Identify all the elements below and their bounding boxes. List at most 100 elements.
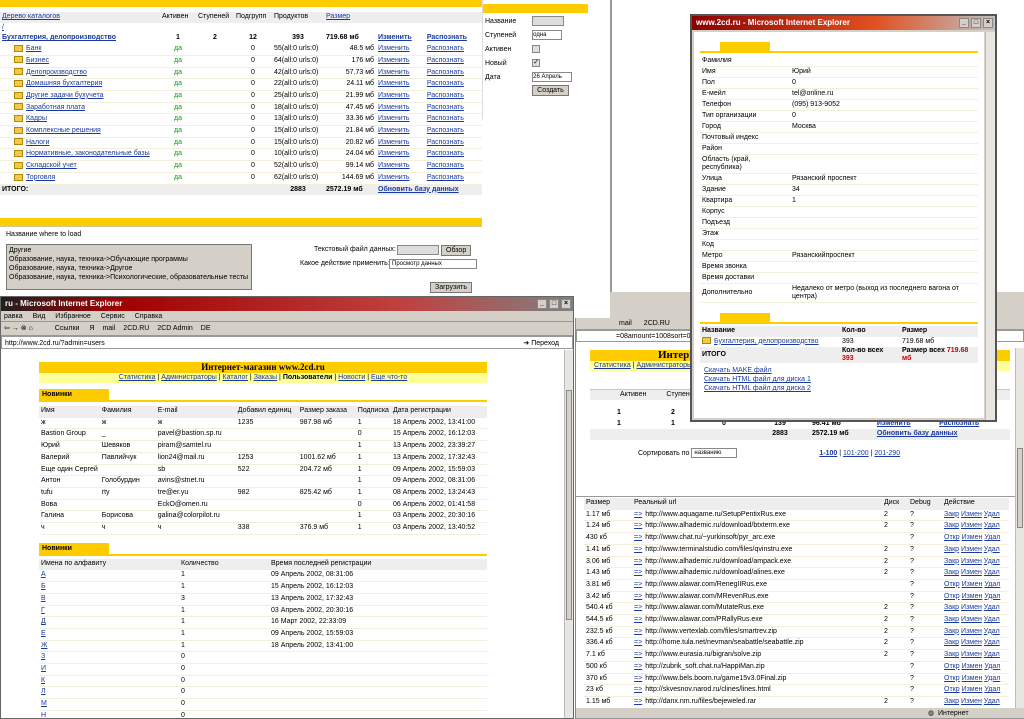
menu-item[interactable]: Справка xyxy=(135,313,162,320)
popup-maximize-button[interactable]: □ xyxy=(971,18,981,28)
link-button[interactable]: 2CD Admin xyxy=(157,325,192,332)
category-link[interactable]: Домашняя бухгалтерия xyxy=(26,80,102,87)
file-close-link[interactable]: Закр xyxy=(944,616,959,623)
menu-item[interactable]: Вид xyxy=(33,313,46,320)
file-arrow-link[interactable]: => xyxy=(634,581,642,588)
download-link[interactable]: Скачать HTML файл для диска 1 xyxy=(704,375,984,384)
alpha-letter-link[interactable]: Б xyxy=(41,583,46,590)
form-create-button[interactable]: Создать xyxy=(532,85,569,96)
edit-link[interactable]: Изменить xyxy=(378,45,410,52)
alpha-letter-link[interactable]: Г xyxy=(41,607,45,614)
top-category-link[interactable]: Бухгалтерия, делопроизводство xyxy=(2,34,116,41)
parse-link[interactable]: Распознать xyxy=(427,57,464,64)
bg-link-2cd[interactable]: 2CD.RU xyxy=(644,320,670,327)
file-delete-link[interactable]: Удал xyxy=(984,593,1000,600)
file-arrow-link[interactable]: => xyxy=(634,675,642,682)
file-close-link[interactable]: Закр xyxy=(944,604,959,611)
file-edit-link[interactable]: Измен xyxy=(961,558,982,565)
file-edit-link[interactable]: Измен xyxy=(961,511,982,518)
maximize-button[interactable]: □ xyxy=(549,299,559,309)
edit-link[interactable]: Изменить xyxy=(378,104,410,111)
edit-link[interactable]: Изменить xyxy=(378,162,410,169)
alpha-letter-link[interactable]: Е xyxy=(41,630,46,637)
page-link[interactable]: 101-200 xyxy=(843,450,869,457)
nav-link[interactable]: Администраторы xyxy=(161,374,217,381)
nav-link[interactable]: Статистика xyxy=(119,374,156,381)
file-arrow-link[interactable]: => xyxy=(634,628,642,635)
file-delete-link[interactable]: Удал xyxy=(984,628,1000,635)
bg-update-link[interactable]: Обновить базу данных xyxy=(877,430,958,437)
edit-link[interactable]: Изменить xyxy=(378,57,410,64)
bg-link-mail[interactable]: mail xyxy=(619,320,632,327)
close-button[interactable]: × xyxy=(561,299,571,309)
go-button[interactable]: ➜ Переход xyxy=(523,337,559,350)
file-close-link[interactable]: Закр xyxy=(944,558,959,565)
parse-link[interactable]: Распознать xyxy=(427,127,464,134)
file-arrow-link[interactable]: => xyxy=(634,639,642,646)
bg-nav-admins[interactable]: Администраторы xyxy=(636,362,692,369)
category-link[interactable]: Нормативные, законодательные базы xyxy=(26,150,150,157)
bg-nav-stats[interactable]: Статистика xyxy=(594,362,631,369)
loader-listbox[interactable]: Другие Образование, наука, техника->Обуча… xyxy=(6,244,252,290)
alpha-letter-link[interactable]: Д xyxy=(41,618,46,625)
file-close-link[interactable]: Закр xyxy=(944,639,959,646)
popup-close-button[interactable]: × xyxy=(983,18,993,28)
file-close-link[interactable]: Откр xyxy=(944,663,960,670)
edit-link[interactable]: Изменить xyxy=(378,69,410,76)
nav-link[interactable]: Новости xyxy=(338,374,365,381)
file-arrow-link[interactable]: => xyxy=(634,604,642,611)
category-link[interactable]: Банк xyxy=(26,45,41,52)
page-link[interactable]: 1-100 xyxy=(819,450,837,457)
alpha-letter-link[interactable]: З xyxy=(41,653,45,660)
parse-link[interactable]: Распознать xyxy=(427,104,464,111)
parse-link[interactable]: Распознать xyxy=(427,80,464,87)
file-delete-link[interactable]: Удал xyxy=(984,604,1000,611)
order-item-link[interactable]: Бухгалтерия, делопроизводство xyxy=(714,338,819,345)
alpha-letter-link[interactable]: В xyxy=(41,595,46,602)
alpha-letter-link[interactable]: Л xyxy=(41,688,46,695)
file-close-link[interactable]: Закр xyxy=(944,651,959,658)
file-close-link[interactable]: Закр xyxy=(944,522,959,529)
file-edit-link[interactable]: Измен xyxy=(961,616,982,623)
sort-select[interactable]: названию xyxy=(691,448,738,459)
file-close-link[interactable]: Откр xyxy=(944,593,960,600)
loader-option[interactable]: Другие xyxy=(9,246,249,255)
file-arrow-link[interactable]: => xyxy=(634,522,642,529)
browse-button[interactable]: Обзор xyxy=(441,245,472,256)
category-link[interactable]: Делопроизводство xyxy=(26,69,87,76)
parse-link[interactable]: Распознать xyxy=(427,174,464,181)
parse-link[interactable]: Распознать xyxy=(427,45,464,52)
file-arrow-link[interactable]: => xyxy=(634,616,642,623)
file-close-link[interactable]: Откр xyxy=(944,686,960,693)
form-active-checkbox[interactable] xyxy=(532,44,541,53)
file-delete-link[interactable]: Удал xyxy=(984,546,1000,553)
menu-item[interactable]: Избранное xyxy=(55,313,90,320)
file-delete-link[interactable]: Удал xyxy=(984,558,1000,565)
file-close-link[interactable]: Откр xyxy=(944,534,960,541)
file-arrow-link[interactable]: => xyxy=(634,558,642,565)
col-size-link[interactable]: Размер xyxy=(326,13,350,20)
file-edit-link[interactable]: Измен xyxy=(961,628,982,635)
file-arrow-link[interactable]: => xyxy=(634,663,642,670)
file-edit-link[interactable]: Измен xyxy=(961,522,982,529)
root-link[interactable]: / xyxy=(2,24,4,31)
file-close-link[interactable]: Закр xyxy=(944,698,959,705)
form-new-checkbox[interactable]: ✓ xyxy=(532,58,541,67)
file-delete-link[interactable]: Удал xyxy=(984,522,1000,529)
file-edit-link[interactable]: Измен xyxy=(962,593,983,600)
form-name-input[interactable] xyxy=(532,16,565,27)
home-icon[interactable]: ⌂ xyxy=(29,325,33,332)
menu-item[interactable]: равка xyxy=(4,313,23,320)
file-delete-link[interactable]: Удал xyxy=(984,511,1000,518)
file-input[interactable] xyxy=(397,245,439,255)
parse-link[interactable]: Распознать xyxy=(427,162,464,169)
file-edit-link[interactable]: Измен xyxy=(961,546,982,553)
file-delete-link[interactable]: Удал xyxy=(984,581,1000,588)
file-close-link[interactable]: Откр xyxy=(944,675,960,682)
nav-link[interactable]: Пользователи xyxy=(283,374,333,381)
loader-option[interactable]: Образование, наука, техника->Обучающие п… xyxy=(9,255,249,264)
alpha-letter-link[interactable]: Н xyxy=(41,712,46,718)
file-edit-link[interactable]: Измен xyxy=(961,604,982,611)
upload-button[interactable]: Загрузить xyxy=(430,282,472,293)
file-arrow-link[interactable]: => xyxy=(634,686,642,693)
